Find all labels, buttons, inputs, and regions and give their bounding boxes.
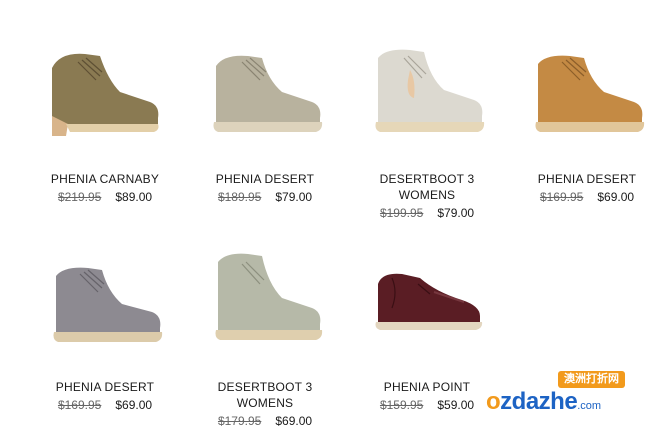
product-name[interactable]: DESERTBOOT 3 WOMENS	[190, 379, 340, 411]
product-name[interactable]: PHENIA CARNABY	[30, 171, 180, 187]
product-card[interactable]: DESERTBOOT 3 WOMENS $199.95 $79.00	[352, 40, 502, 220]
product-card[interactable]: PHENIA CARNABY $219.95 $89.00	[30, 40, 180, 204]
product-card[interactable]: DESERTBOOT 3 WOMENS $179.95 $69.00	[190, 248, 340, 428]
product-image[interactable]	[30, 248, 180, 358]
watermark-logo-o: o	[486, 388, 501, 415]
sale-price: $59.00	[437, 398, 475, 412]
product-image[interactable]	[190, 40, 340, 150]
original-price: $199.95	[379, 206, 424, 220]
product-image[interactable]	[352, 248, 502, 358]
product-card[interactable]: PHENIA DESERT $189.95 $79.00	[190, 40, 340, 204]
boot-chukka-graphic	[375, 49, 485, 132]
sale-price: $69.00	[115, 398, 153, 412]
price-row: $169.95 $69.00	[512, 188, 662, 206]
product-grid: PHENIA CARNABY $219.95 $89.00 PHENIA DESE…	[0, 0, 667, 429]
product-name[interactable]: PHENIA DESERT	[512, 171, 662, 187]
price-row: $199.95 $79.00	[352, 204, 502, 222]
boot-chukka-graphic	[53, 267, 163, 342]
boot-chukka-graphic	[215, 253, 323, 340]
product-image[interactable]	[30, 40, 180, 150]
price-row: $179.95 $69.00	[190, 412, 340, 430]
watermark-wordmark: ozdazhe.com	[486, 384, 601, 424]
original-price: $169.95	[57, 398, 102, 412]
watermark-logo: 澳洲打折网 ozdazhe.com	[480, 370, 667, 426]
sale-price: $69.00	[275, 414, 313, 428]
product-name[interactable]: DESERTBOOT 3 WOMENS	[352, 171, 502, 203]
oxford-shoe-graphic	[375, 273, 483, 330]
price-row: $219.95 $89.00	[30, 188, 180, 206]
product-card[interactable]: PHENIA POINT $159.95 $59.00	[352, 248, 502, 412]
original-price: $169.95	[539, 190, 584, 204]
sale-price: $89.00	[115, 190, 153, 204]
watermark-domain: .com	[577, 400, 602, 412]
sale-price: $79.00	[275, 190, 313, 204]
watermark-logo-rest: zdazhe	[500, 388, 578, 415]
price-row: $169.95 $69.00	[30, 396, 180, 414]
product-name[interactable]: PHENIA DESERT	[30, 379, 180, 395]
product-card[interactable]: PHENIA DESERT $169.95 $69.00	[512, 40, 662, 204]
boot-chukka-graphic	[535, 55, 645, 132]
product-name[interactable]: PHENIA DESERT	[190, 171, 340, 187]
product-image[interactable]	[190, 248, 340, 358]
price-row: $189.95 $79.00	[190, 188, 340, 206]
original-price: $189.95	[217, 190, 262, 204]
original-price: $159.95	[379, 398, 424, 412]
product-card[interactable]: PHENIA DESERT $169.95 $69.00	[30, 248, 180, 412]
original-price: $219.95	[57, 190, 102, 204]
boot-heeled-graphic	[52, 53, 159, 136]
boot-chukka-graphic	[213, 55, 323, 132]
product-image[interactable]	[352, 40, 502, 150]
sale-price: $69.00	[597, 190, 635, 204]
sale-price: $79.00	[437, 206, 475, 220]
original-price: $179.95	[217, 414, 262, 428]
product-image[interactable]	[512, 40, 662, 150]
